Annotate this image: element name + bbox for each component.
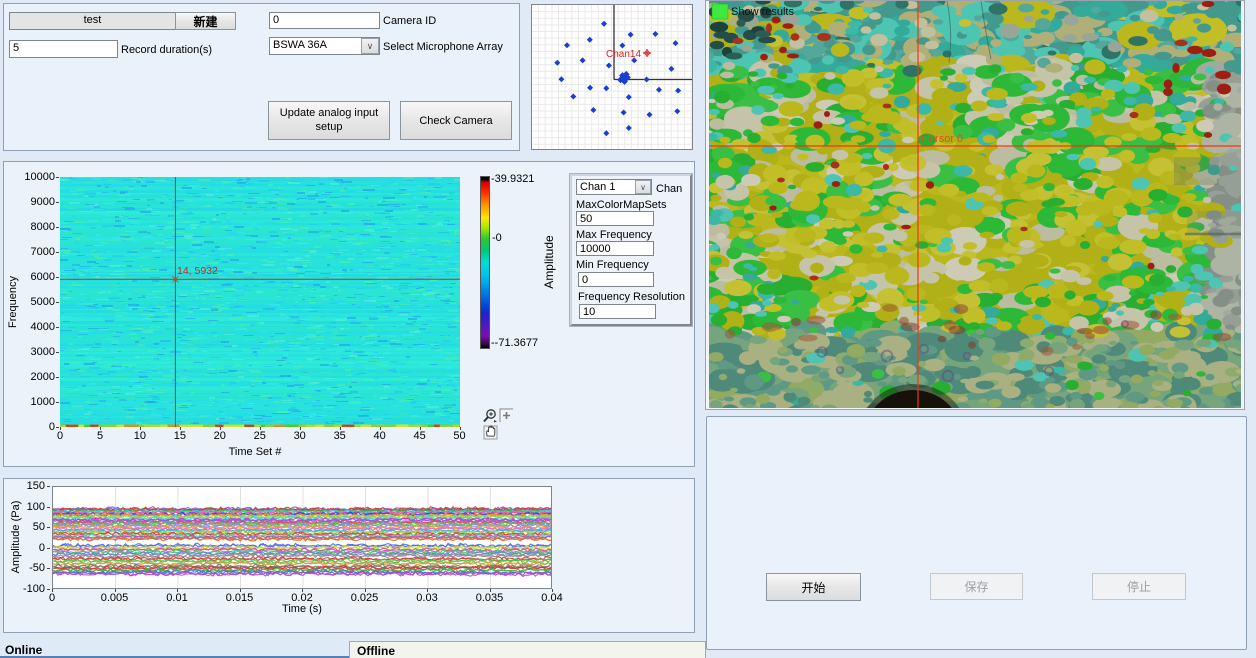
svg-text:Show results: Show results: [731, 6, 794, 18]
svg-text:14, 5932: 14, 5932: [177, 265, 218, 277]
svg-text:Chan14: Chan14: [606, 49, 641, 60]
svg-text:Cursor 0: Cursor 0: [921, 133, 963, 145]
